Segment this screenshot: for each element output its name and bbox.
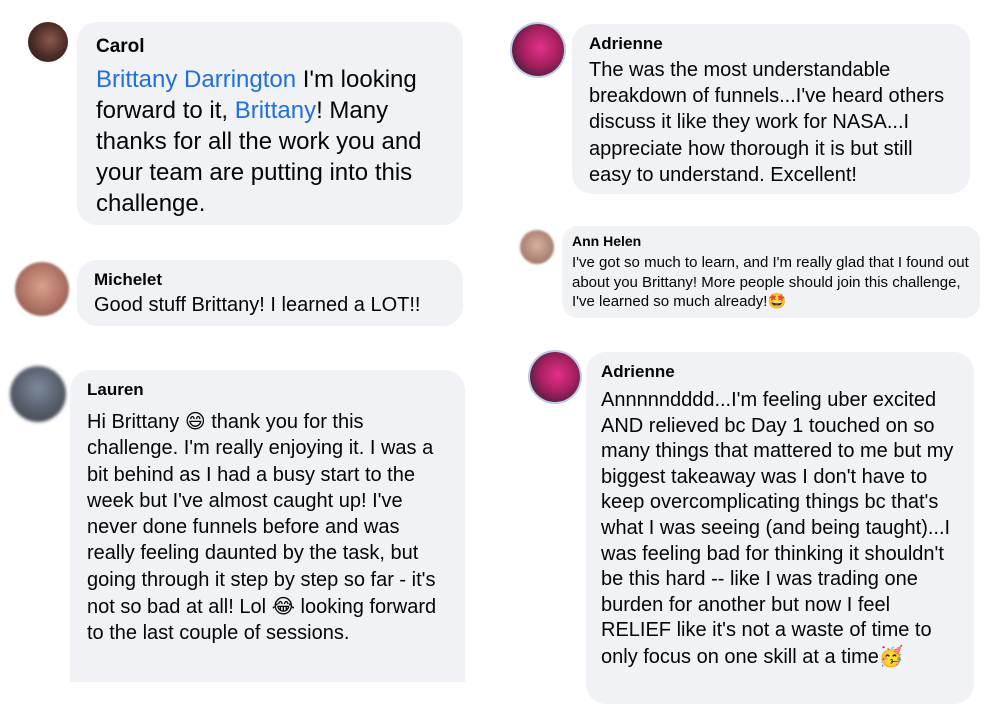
comment-author[interactable]: Adrienne	[601, 362, 960, 382]
mention-link[interactable]: Brittany	[235, 97, 316, 124]
comment-bubble-michelet: Michelet Good stuff Brittany! I learned …	[77, 260, 463, 326]
laughing-tears-emoji-icon: 😂	[271, 594, 295, 619]
comment-author[interactable]: Ann Helen	[572, 233, 970, 249]
avatar-carol[interactable]	[28, 22, 68, 62]
comment-text-part: Annnnndddd...I'm feeling uber excited AN…	[601, 389, 954, 668]
comment-author[interactable]: Lauren	[87, 380, 449, 400]
comment-text-part: thank you for this challenge. I'm really…	[87, 411, 436, 619]
comment-bubble-lauren: Lauren Hi Brittany 😄 thank you for this …	[70, 370, 465, 682]
comment-author[interactable]: Adrienne	[589, 34, 954, 54]
comment-bubble-adrienne: Adrienne The was the most understandable…	[572, 24, 970, 194]
comment-author[interactable]: Carol	[96, 36, 445, 58]
comment-bubble-ann-helen: Ann Helen I've got so much to learn, and…	[562, 226, 980, 318]
comment-text: I've got so much to learn, and I'm reall…	[572, 253, 970, 312]
grinning-emoji-icon: 😄	[184, 409, 206, 433]
avatar-adrienne[interactable]	[530, 352, 580, 402]
avatar-michelet[interactable]	[15, 262, 69, 316]
avatar-lauren[interactable]	[10, 366, 66, 422]
comment-text: Good stuff Brittany! I learned a LOT!!	[94, 294, 421, 316]
comment-text-part: Hi Brittany	[87, 411, 185, 433]
comment-bubble-carol: Carol Brittany Darrington I'm looking fo…	[77, 22, 463, 225]
avatar-adrienne[interactable]	[512, 24, 564, 76]
comment-text: The was the most understandable breakdow…	[589, 59, 945, 186]
star-struck-emoji-icon: 🤩	[767, 292, 787, 310]
comment-text: Brittany Darrington I'm looking forward …	[96, 64, 445, 219]
mention-link[interactable]: Brittany Darrington	[96, 66, 296, 93]
avatar-ann-helen[interactable]	[520, 230, 554, 264]
comment-text: Annnnndddd...I'm feeling uber excited AN…	[601, 388, 960, 671]
comment-bubble-adrienne: Adrienne Annnnndddd...I'm feeling uber e…	[586, 352, 974, 704]
party-face-emoji-icon: 🥳	[878, 643, 904, 668]
comment-author[interactable]: Michelet	[94, 270, 447, 290]
comment-text: Hi Brittany 😄 thank you for this challen…	[87, 408, 449, 647]
